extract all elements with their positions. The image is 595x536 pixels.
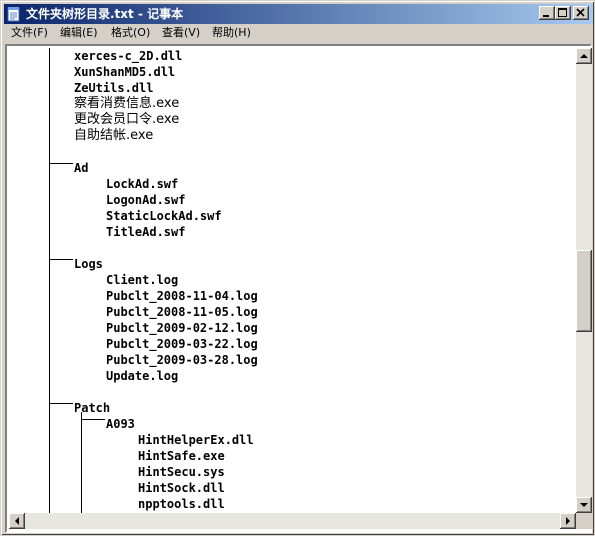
maximize-button[interactable] <box>555 6 571 20</box>
minimize-button[interactable] <box>539 6 555 20</box>
vertical-scroll-thumb[interactable] <box>576 250 592 332</box>
file-entry: HintSafe.exe <box>138 449 225 463</box>
vertical-scrollbar[interactable] <box>576 48 592 513</box>
file-entry: HintHelperEx.dll <box>138 433 254 447</box>
scrollbar-corner <box>576 513 592 529</box>
tree-line <box>81 412 82 513</box>
file-entry: LockAd.swf <box>106 177 179 191</box>
file-entry: Pubclt_2008-11-05.log <box>106 305 258 319</box>
file-entry: LogonAd.swf <box>106 193 186 207</box>
text-editor-area[interactable]: xerces-c_2D.dll XunShanMD5.dll ZeUtils.d… <box>5 44 592 533</box>
file-entry: 更改会员口令.exe <box>74 112 180 127</box>
file-entry: HintSock.dll <box>138 481 225 495</box>
file-entry: Client.log <box>106 273 179 287</box>
arrow-up-icon <box>580 54 588 58</box>
folder-entry: Logs <box>74 257 103 271</box>
scroll-right-button[interactable] <box>560 513 576 529</box>
window-title: 文件夹树形目录.txt - 记事本 <box>26 7 184 21</box>
maximize-icon <box>558 8 567 17</box>
file-entry: npptools.dll <box>138 497 225 511</box>
menu-file[interactable]: 文件(F) <box>11 26 48 40</box>
tree-line <box>49 403 73 404</box>
file-entry: XunShanMD5.dll <box>74 65 176 79</box>
minimize-icon <box>543 15 549 17</box>
file-entry: 自助结帐.exe <box>74 128 154 143</box>
folder-entry: Ad <box>74 161 89 175</box>
arrow-left-icon <box>15 517 19 525</box>
notepad-window: 文件夹树形目录.txt - 记事本 文件(F) 编辑(E) 格式(O) 查看(V… <box>0 0 595 536</box>
notepad-icon[interactable] <box>7 6 21 22</box>
file-entry: xerces-c_2D.dll <box>74 49 183 63</box>
menu-edit[interactable]: 编辑(E) <box>60 26 98 40</box>
file-entry: HintSecu.sys <box>138 465 225 479</box>
arrow-right-icon <box>566 517 570 525</box>
text-content[interactable]: xerces-c_2D.dll XunShanMD5.dll ZeUtils.d… <box>9 48 576 513</box>
file-entry: Pubclt_2008-11-04.log <box>106 289 258 303</box>
tree-line <box>49 48 50 513</box>
tree-line <box>81 419 105 420</box>
scroll-down-button[interactable] <box>576 497 592 513</box>
file-entry: TitleAd.swf <box>106 225 186 239</box>
menu-view[interactable]: 查看(V) <box>162 26 200 40</box>
scroll-up-button[interactable] <box>576 48 592 64</box>
file-entry: Update.log <box>106 369 179 383</box>
horizontal-scrollbar[interactable] <box>9 513 576 529</box>
file-entry: 察看消费信息.exe <box>74 96 180 111</box>
folder-entry: A093 <box>106 417 135 431</box>
menu-help[interactable]: 帮助(H) <box>212 26 251 40</box>
file-entry: StaticLockAd.swf <box>106 209 222 223</box>
file-entry: Pubclt_2009-03-22.log <box>106 337 258 351</box>
menu-format[interactable]: 格式(O) <box>111 26 150 40</box>
file-entry: Pubclt_2009-03-28.log <box>106 353 258 367</box>
tree-line <box>49 259 73 260</box>
file-entry: ZeUtils.dll <box>74 81 154 95</box>
title-bar[interactable]: 文件夹树形目录.txt - 记事本 <box>4 4 593 24</box>
menu-bar: 文件(F) 编辑(E) 格式(O) 查看(V) 帮助(H) <box>4 24 593 43</box>
folder-entry: Patch <box>74 401 111 415</box>
close-icon <box>576 8 585 17</box>
close-button[interactable] <box>573 6 589 20</box>
tree-line <box>49 163 73 164</box>
file-entry: Pubclt_2009-02-12.log <box>106 321 258 335</box>
scroll-left-button[interactable] <box>9 513 25 529</box>
arrow-down-icon <box>580 503 588 507</box>
